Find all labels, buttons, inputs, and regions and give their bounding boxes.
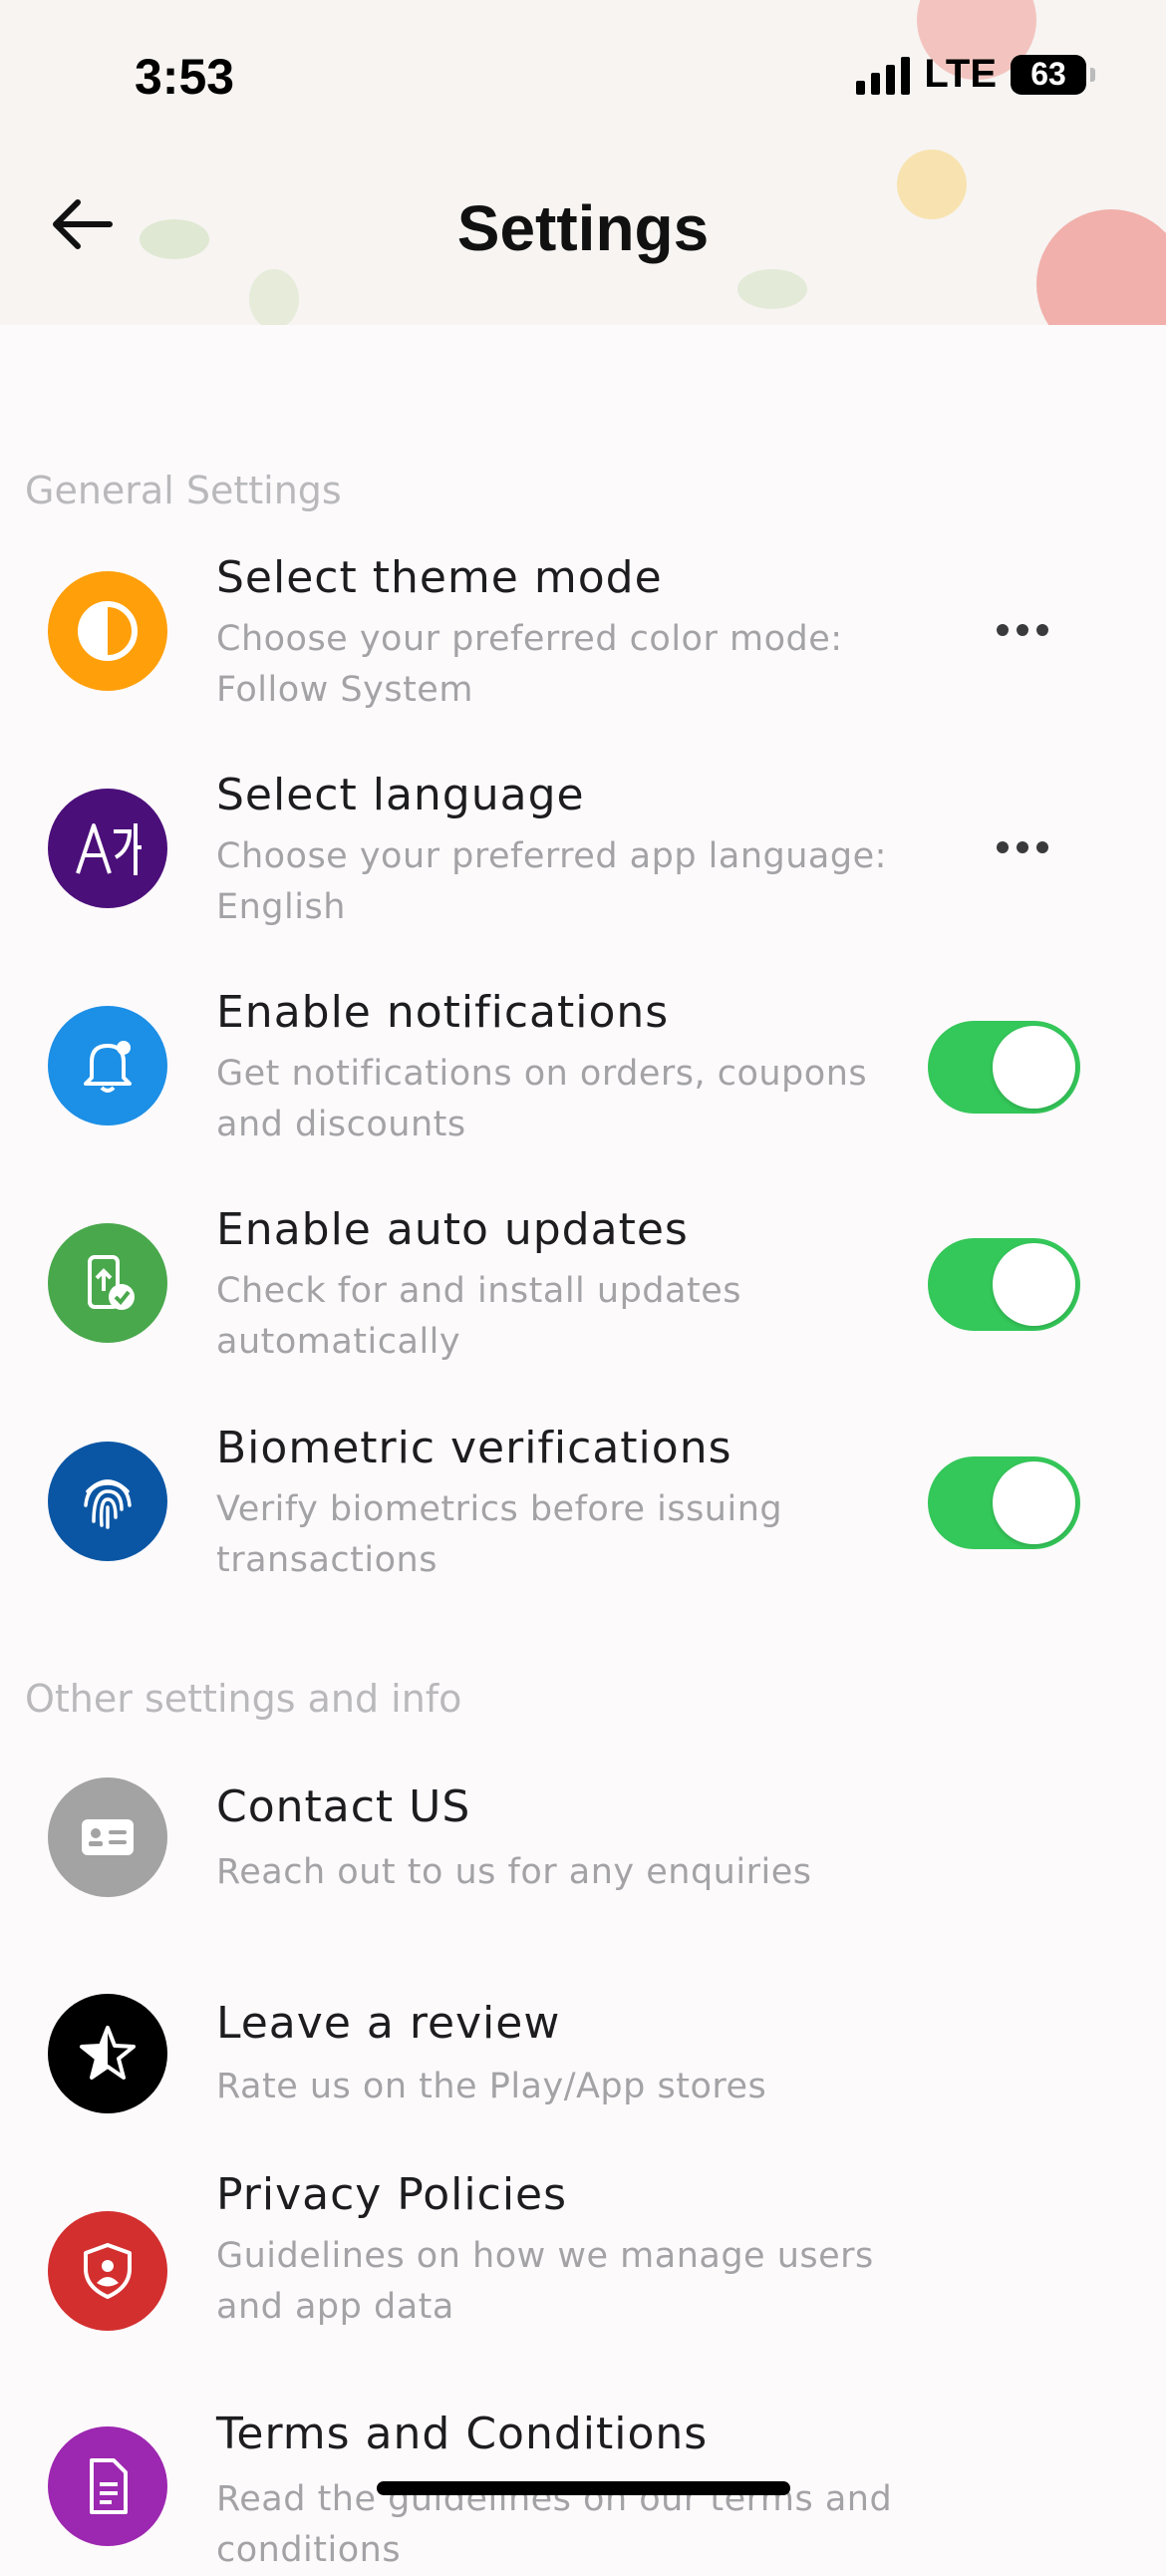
auto-updates-toggle[interactable] (928, 1238, 1080, 1331)
row-title: Enable auto updates (216, 1204, 689, 1255)
document-icon (48, 2426, 167, 2546)
row-subtitle: Check for and install updates automatica… (216, 1271, 741, 1362)
decor-leaf-icon (249, 269, 299, 325)
star-review-icon (48, 1994, 167, 2113)
status-icons: LTE 63 (856, 52, 1095, 97)
row-title: Select theme mode (216, 552, 663, 603)
row-title: Biometric verifications (216, 1423, 732, 1473)
shield-user-icon (48, 2211, 167, 2331)
row-title: Privacy Policies (216, 2169, 568, 2220)
section-title-other: Other settings and info (25, 1677, 462, 1721)
decor-leaf-icon (737, 269, 807, 309)
section-title-general: General Settings (25, 469, 342, 512)
row-title: Leave a review (216, 1998, 561, 2049)
contact-card-icon (48, 1777, 167, 1897)
row-subtitle: Choose your preferred color mode: Follow… (216, 619, 843, 710)
network-label: LTE (924, 52, 997, 96)
more-options-button[interactable] (997, 841, 1048, 855)
fingerprint-icon (48, 1442, 167, 1561)
row-subtitle: Guidelines on how we manage users and ap… (216, 2236, 874, 2327)
biometrics-toggle[interactable] (928, 1456, 1080, 1549)
row-title: Enable notifications (216, 987, 670, 1038)
notifications-toggle[interactable] (928, 1021, 1080, 1114)
signal-icon (856, 55, 911, 95)
row-subtitle: Get notifications on orders, coupons and… (216, 1054, 868, 1144)
header: 3:53 LTE 63 Settings (0, 0, 1166, 325)
row-title: Contact US (216, 1781, 471, 1832)
phone-update-icon (48, 1223, 167, 1343)
more-options-button[interactable] (997, 624, 1048, 638)
home-indicator[interactable] (377, 2481, 790, 2495)
bell-icon (48, 1006, 167, 1126)
half-circle-icon (48, 571, 167, 691)
battery-icon: 63 (1011, 54, 1095, 95)
row-subtitle: Reach out to us for any enquiries (216, 1852, 812, 1892)
row-subtitle: Choose your preferred app language: Engl… (216, 836, 887, 927)
row-title: Terms and Conditions (216, 2409, 709, 2459)
page-title: Settings (456, 192, 710, 264)
translate-icon (48, 789, 167, 908)
row-subtitle: Verify biometrics before issuing transac… (216, 1489, 783, 1580)
row-title: Select language (216, 770, 585, 820)
status-time: 3:53 (135, 49, 235, 105)
row-subtitle: Rate us on the Play/App stores (216, 2067, 767, 2106)
battery-level: 63 (1030, 56, 1066, 92)
